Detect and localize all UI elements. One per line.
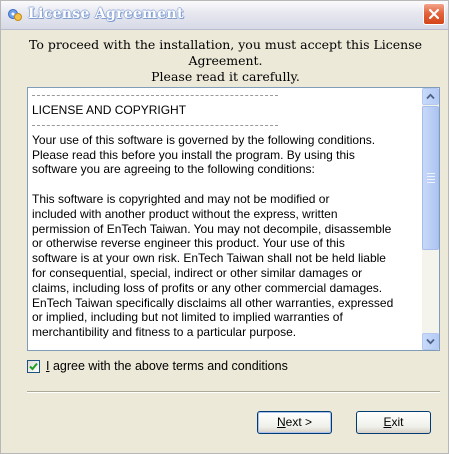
next-button[interactable]: Next > xyxy=(257,411,332,434)
scroll-up-button[interactable] xyxy=(422,88,439,105)
installer-icon xyxy=(7,7,23,23)
exit-button[interactable]: Exit xyxy=(356,411,431,434)
checkmark-icon xyxy=(29,362,38,371)
instruction-line-1: To proceed with the installation, you mu… xyxy=(28,37,423,68)
chevron-up-icon xyxy=(426,93,435,100)
scroll-down-button[interactable] xyxy=(422,333,439,350)
instruction-text: To proceed with the installation, you mu… xyxy=(11,37,440,85)
license-paragraph-2: This software is copyrighted and may not… xyxy=(32,191,394,340)
scroll-thumb[interactable] xyxy=(422,106,439,250)
separator-line xyxy=(32,88,422,103)
agree-label[interactable]: I agree with the above terms and conditi… xyxy=(46,359,288,373)
agree-checkbox[interactable] xyxy=(27,360,40,373)
instruction-line-2: Please read it carefully. xyxy=(151,69,300,84)
separator-line xyxy=(32,118,422,133)
close-button[interactable] xyxy=(423,3,445,25)
chevron-down-icon xyxy=(426,338,435,345)
title-bar[interactable]: License Agreement xyxy=(1,1,448,30)
license-dialog: License Agreement To proceed with the in… xyxy=(0,0,449,454)
license-content: LICENSE AND COPYRIGHT Your use of this s… xyxy=(32,88,422,350)
vertical-scrollbar[interactable] xyxy=(422,88,439,350)
license-text-box[interactable]: LICENSE AND COPYRIGHT Your use of this s… xyxy=(27,87,440,351)
license-paragraph-1: Your use of this software is governed by… xyxy=(32,132,376,177)
license-heading: LICENSE AND COPYRIGHT xyxy=(32,103,187,117)
window-title: License Agreement xyxy=(28,6,184,22)
divider xyxy=(27,391,440,393)
close-icon xyxy=(428,8,440,20)
